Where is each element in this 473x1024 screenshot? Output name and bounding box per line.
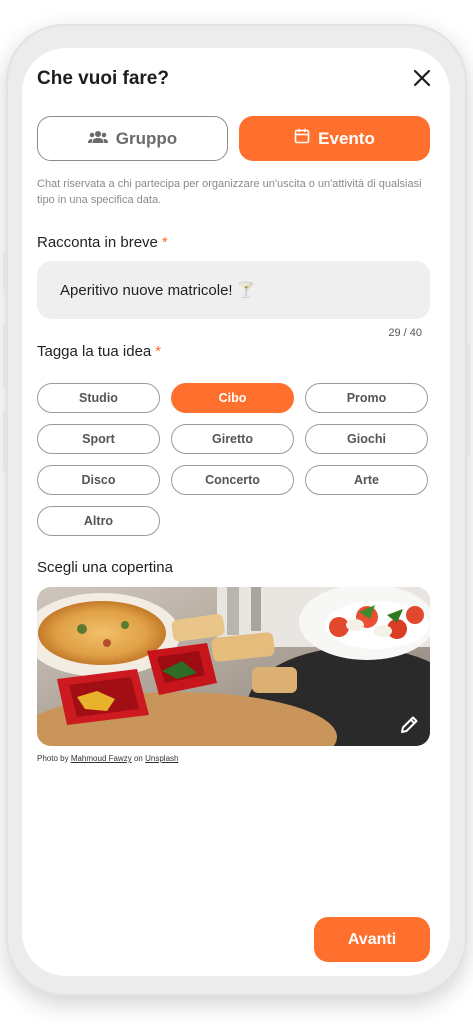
- credit-prefix: Photo by: [37, 754, 69, 763]
- tag-chip-cibo[interactable]: Cibo: [171, 383, 294, 413]
- cover-image[interactable]: [37, 587, 430, 746]
- credit-on: on: [133, 754, 143, 763]
- character-counter: 29 / 40: [388, 327, 422, 339]
- phone-side-button: [466, 345, 470, 455]
- summary-input[interactable]: Aperitivo nuove matricole! 🍸: [37, 261, 430, 319]
- page-title: Che vuoi fare?: [37, 68, 169, 89]
- tag-chip-giochi[interactable]: Giochi: [305, 424, 428, 454]
- pencil-icon[interactable]: [398, 714, 420, 736]
- tag-chip-disco[interactable]: Disco: [37, 465, 160, 495]
- close-icon[interactable]: [412, 68, 432, 88]
- cover-label: Scegli una copertina: [37, 559, 173, 576]
- tag-chip-studio[interactable]: Studio: [37, 383, 160, 413]
- phone-side-button: [3, 325, 7, 387]
- evento-toggle-button[interactable]: Evento: [239, 116, 430, 161]
- app-screen: Che vuoi fare? Gruppo Evento Chat riserv…: [22, 48, 450, 976]
- tag-chip-arte[interactable]: Arte: [305, 465, 428, 495]
- tags-label: Tagga la tua idea *: [37, 343, 161, 360]
- tag-chip-altro[interactable]: Altro: [37, 506, 160, 536]
- gruppo-toggle-button[interactable]: Gruppo: [37, 116, 228, 161]
- summary-input-value: Aperitivo nuove matricole! 🍸: [60, 282, 256, 299]
- phone-side-button: [3, 252, 7, 290]
- credit-source-link[interactable]: Unsplash: [145, 754, 178, 763]
- group-icon: [87, 129, 108, 149]
- required-mark: *: [161, 234, 168, 251]
- phone-side-button: [3, 410, 7, 472]
- gruppo-label: Gruppo: [115, 128, 178, 148]
- tag-chip-sport[interactable]: Sport: [37, 424, 160, 454]
- photo-credit: Photo by Mahmoud Fawzy on Unsplash: [37, 754, 178, 763]
- calendar-icon: [294, 128, 310, 149]
- tag-chip-concerto[interactable]: Concerto: [171, 465, 294, 495]
- evento-label: Evento: [318, 128, 375, 148]
- description-text: Chat riservata a chi partecipa per organ…: [37, 178, 422, 206]
- next-button[interactable]: Avanti: [314, 917, 430, 962]
- credit-author-link[interactable]: Mahmoud Fawzy: [71, 754, 132, 763]
- tag-chips: Studio Cibo Promo Sport Giretto Giochi D…: [37, 383, 432, 536]
- tags-label-text: Tagga la tua idea: [37, 343, 152, 360]
- tag-chip-promo[interactable]: Promo: [305, 383, 428, 413]
- summary-label: Racconta in breve *: [37, 234, 168, 251]
- summary-label-text: Racconta in breve: [37, 234, 158, 251]
- tag-chip-giretto[interactable]: Giretto: [171, 424, 294, 454]
- required-mark: *: [155, 343, 162, 360]
